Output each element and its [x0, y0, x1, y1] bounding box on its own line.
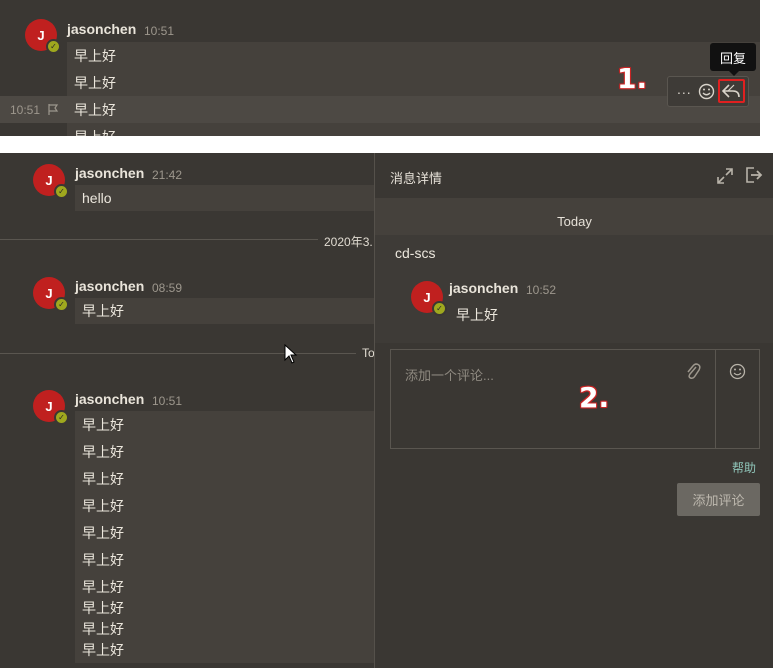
channel-name[interactable]: cd-scs [395, 245, 435, 261]
message-bubble[interactable]: 早上好 [67, 69, 760, 96]
message-text: hello [82, 190, 112, 206]
message-text[interactable]: 早上好 [75, 619, 124, 639]
detail-title: 消息详情 [390, 171, 443, 186]
help-link[interactable]: 帮助 [732, 459, 756, 476]
status-online-icon: ✓ [54, 410, 69, 425]
message-bubble[interactable]: 早上好 [67, 123, 760, 136]
message-text: 早上好 [74, 47, 116, 64]
username[interactable]: jasonchen [449, 280, 518, 296]
timestamp: 10:52 [526, 283, 557, 297]
message-action-toolbar: ... [667, 76, 749, 107]
detail-header: 消息详情 [375, 153, 773, 199]
avatar-letter: J [37, 27, 45, 43]
message-bubble[interactable]: hello [75, 185, 374, 211]
timestamp: 21:42 [152, 168, 183, 182]
avatar-letter: J [423, 289, 431, 305]
avatar-letter: J [45, 172, 53, 188]
message-bubble[interactable]: 早上好 [67, 96, 760, 123]
add-comment-button[interactable]: 添加评论 [677, 483, 760, 516]
exit-icon[interactable] [745, 166, 763, 184]
message-text[interactable]: 早上好 [75, 523, 124, 543]
timestamp: 10:51 [144, 24, 175, 38]
message-text[interactable]: 早上好 [75, 496, 124, 516]
avatar-letter: J [45, 398, 53, 414]
username[interactable]: jasonchen [75, 391, 144, 407]
expand-icon[interactable] [716, 167, 734, 185]
message-text: 早上好 [74, 74, 116, 91]
message-bubble[interactable]: 早上好 [67, 42, 760, 69]
callout-step-2: 2. [579, 381, 610, 414]
message-text[interactable]: 早上好 [75, 469, 124, 489]
reply-icon [721, 84, 740, 98]
message-text[interactable]: 早上好 [75, 598, 124, 618]
message-text[interactable]: 早上好 [75, 640, 124, 660]
status-online-icon: ✓ [54, 184, 69, 199]
message-detail-panel: 消息详情 Today cd-scs J ✓ jasonchen 10:52 早上… [374, 153, 773, 668]
smiley-icon[interactable] [729, 363, 746, 380]
message-text[interactable]: 早上好 [75, 550, 124, 570]
username[interactable]: jasonchen [75, 165, 144, 181]
message-text[interactable]: 早上好 [75, 442, 124, 462]
avatar[interactable]: J ✓ [33, 390, 69, 425]
comment-separator [715, 350, 716, 448]
comment-placeholder: 添加一个评论... [405, 368, 494, 383]
username[interactable]: jasonchen [75, 278, 144, 294]
reply-button[interactable] [718, 79, 745, 103]
message-text: 早上好 [74, 101, 116, 118]
status-online-icon: ✓ [432, 301, 447, 316]
message-hover-panel: J ✓ jasonchen 10:51 早上好 早上好 早上好 10:51 早上… [0, 0, 760, 136]
avatar[interactable]: J ✓ [411, 281, 447, 316]
callout-step-1: 1. [617, 62, 648, 95]
emoji-icon[interactable] [698, 83, 715, 100]
message-bubble[interactable]: 早上好 [75, 298, 374, 324]
today-divider-line [0, 353, 374, 354]
message-text[interactable]: 早上好 [75, 577, 124, 597]
status-online-icon: ✓ [46, 39, 61, 54]
timestamp: 08:59 [152, 281, 183, 295]
more-actions-button[interactable]: ... [677, 81, 692, 97]
paperclip-icon[interactable] [684, 362, 702, 382]
today-label: Today [557, 214, 592, 229]
reply-tooltip: 回复 [710, 43, 756, 76]
message-text[interactable]: 早上好 [75, 415, 124, 435]
thread-box: Today cd-scs J ✓ jasonchen 10:52 早上好 [375, 198, 773, 343]
chat-panel: J ✓ jasonchen 21:42 hello 2020年3. J ✓ ja… [0, 153, 773, 668]
avatar[interactable]: J ✓ [33, 277, 69, 312]
date-divider-label: 2020年3. [318, 233, 379, 250]
thread-head: cd-scs J ✓ jasonchen 10:52 早上好 [375, 235, 773, 343]
hover-timestamp: 10:51 [10, 103, 41, 117]
username[interactable]: jasonchen [67, 21, 136, 37]
message-text: 早上好 [74, 127, 116, 137]
avatar[interactable]: J ✓ [25, 19, 61, 54]
mouse-cursor-icon [284, 344, 298, 364]
message-text: 早上好 [82, 303, 124, 319]
avatar[interactable]: J ✓ [33, 164, 69, 199]
avatar-letter: J [45, 285, 53, 301]
timestamp: 10:51 [152, 394, 183, 408]
message-text: 早上好 [456, 307, 498, 323]
flag-icon[interactable] [47, 103, 60, 116]
status-online-icon: ✓ [54, 297, 69, 312]
comment-input[interactable]: 添加一个评论... [390, 349, 760, 449]
